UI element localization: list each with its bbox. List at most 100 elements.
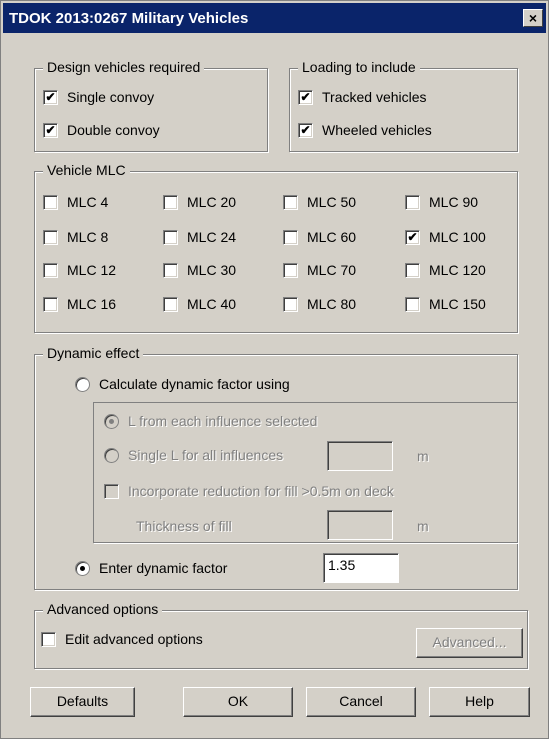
mlc-check-box[interactable]: ✔ (405, 229, 420, 245)
double-convoy-check-box[interactable]: ✔ (43, 122, 58, 138)
mlc-check-box[interactable] (163, 229, 178, 245)
close-button[interactable]: × (523, 9, 543, 27)
edit-advanced-checkbox[interactable]: Edit advanced options (41, 631, 203, 647)
single-l-radio-button[interactable] (104, 447, 119, 463)
calculate-options-frame: L from each influence selected Single L … (93, 402, 518, 543)
single-l-input[interactable] (327, 441, 393, 471)
l-each-influence-label: L from each influence selected (128, 413, 318, 429)
double-convoy-label: Double convoy (67, 122, 160, 138)
mlc-checkbox-mlc-4[interactable]: MLC 4 (43, 194, 108, 210)
mlc-checkbox-mlc-8[interactable]: MLC 8 (43, 229, 108, 245)
tracked-vehicles-label: Tracked vehicles (322, 89, 427, 105)
wheeled-vehicles-check-box[interactable]: ✔ (298, 122, 313, 138)
mlc-check-box[interactable] (283, 229, 298, 245)
l-each-influence-radio-button[interactable] (104, 413, 119, 429)
single-convoy-label: Single convoy (67, 89, 155, 105)
radio-dot-icon (109, 418, 114, 424)
mlc-label: MLC 30 (187, 262, 237, 278)
mlc-label: MLC 20 (187, 194, 237, 210)
thickness-of-fill-input[interactable] (327, 510, 393, 540)
edit-advanced-label: Edit advanced options (65, 631, 203, 647)
mlc-label: MLC 100 (429, 229, 486, 245)
dynamic-factor-input[interactable]: 1.35 (323, 553, 399, 583)
enter-factor-radio[interactable]: Enter dynamic factor (75, 560, 227, 576)
mlc-check-box[interactable] (405, 262, 420, 278)
advanced-options-title: Advanced options (43, 601, 163, 617)
mlc-check-box[interactable] (283, 262, 298, 278)
cancel-button[interactable]: Cancel (306, 687, 416, 717)
mlc-label: MLC 12 (67, 262, 117, 278)
mlc-check-box[interactable] (163, 194, 178, 210)
mlc-label: MLC 60 (307, 229, 357, 245)
double-convoy-checkbox[interactable]: ✔ Double convoy (43, 122, 160, 138)
mlc-checkbox-mlc-90[interactable]: MLC 90 (405, 194, 478, 210)
loading-group: Loading to include ✔ Tracked vehicles ✔ … (289, 59, 518, 152)
mlc-check-box[interactable] (163, 262, 178, 278)
design-vehicles-title: Design vehicles required (43, 59, 205, 75)
dynamic-effect-group: Dynamic effect Calculate dynamic factor … (34, 345, 518, 590)
mlc-checkbox-mlc-100[interactable]: ✔ MLC 100 (405, 229, 486, 245)
single-l-label: Single L for all influences (128, 447, 284, 463)
mlc-label: MLC 16 (67, 296, 117, 312)
mlc-checkbox-mlc-16[interactable]: MLC 16 (43, 296, 116, 312)
calculate-factor-radio[interactable]: Calculate dynamic factor using (75, 376, 290, 392)
fill-reduction-checkbox[interactable]: Incorporate reduction for fill >0.5m on … (104, 483, 394, 499)
mlc-label: MLC 40 (187, 296, 237, 312)
window-title: TDOK 2013:0267 Military Vehicles (9, 10, 249, 27)
thickness-of-fill-label: Thickness of fill (136, 518, 232, 534)
dynamic-effect-title: Dynamic effect (43, 345, 144, 361)
mlc-label: MLC 120 (429, 262, 486, 278)
mlc-check-box[interactable] (405, 296, 420, 312)
mlc-checkbox-mlc-60[interactable]: MLC 60 (283, 229, 356, 245)
mlc-label: MLC 50 (307, 194, 357, 210)
radio-dot-icon (80, 565, 85, 571)
mlc-check-box[interactable] (405, 194, 420, 210)
tracked-vehicles-check-box[interactable]: ✔ (298, 89, 313, 105)
mlc-label: MLC 4 (67, 194, 109, 210)
edit-advanced-check-box[interactable] (41, 631, 56, 647)
mlc-checkbox-mlc-12[interactable]: MLC 12 (43, 262, 116, 278)
mlc-checkbox-mlc-150[interactable]: MLC 150 (405, 296, 486, 312)
mlc-checkbox-mlc-30[interactable]: MLC 30 (163, 262, 236, 278)
dialog-window: TDOK 2013:0267 Military Vehicles × Desig… (0, 0, 549, 739)
ok-button[interactable]: OK (183, 687, 293, 717)
mlc-check-box[interactable] (43, 194, 58, 210)
mlc-check-box[interactable] (283, 296, 298, 312)
single-convoy-checkbox[interactable]: ✔ Single convoy (43, 89, 154, 105)
mlc-checkbox-mlc-40[interactable]: MLC 40 (163, 296, 236, 312)
mlc-check-box[interactable] (283, 194, 298, 210)
mlc-label: MLC 24 (187, 229, 237, 245)
mlc-checkbox-mlc-20[interactable]: MLC 20 (163, 194, 236, 210)
wheeled-vehicles-checkbox[interactable]: ✔ Wheeled vehicles (298, 122, 432, 138)
mlc-checkbox-mlc-24[interactable]: MLC 24 (163, 229, 236, 245)
mlc-checkbox-mlc-80[interactable]: MLC 80 (283, 296, 356, 312)
mlc-label: MLC 90 (429, 194, 479, 210)
title-bar[interactable]: TDOK 2013:0267 Military Vehicles × (3, 3, 546, 33)
mlc-check-box[interactable] (43, 296, 58, 312)
calculate-factor-label: Calculate dynamic factor using (99, 376, 290, 392)
l-each-influence-radio[interactable]: L from each influence selected (104, 413, 317, 429)
advanced-button[interactable]: Advanced... (416, 628, 523, 658)
calculate-factor-radio-button[interactable] (75, 376, 90, 392)
mlc-check-box[interactable] (163, 296, 178, 312)
vehicle-mlc-title: Vehicle MLC (43, 162, 130, 178)
mlc-check-box[interactable] (43, 262, 58, 278)
mlc-checkbox-mlc-50[interactable]: MLC 50 (283, 194, 356, 210)
enter-factor-label: Enter dynamic factor (99, 560, 228, 576)
single-l-radio[interactable]: Single L for all influences (104, 447, 283, 463)
design-vehicles-group: Design vehicles required ✔ Single convoy… (34, 59, 268, 152)
help-button[interactable]: Help (429, 687, 530, 717)
tracked-vehicles-checkbox[interactable]: ✔ Tracked vehicles (298, 89, 427, 105)
mlc-label: MLC 8 (67, 229, 109, 245)
mlc-check-box[interactable] (43, 229, 58, 245)
single-convoy-check-box[interactable]: ✔ (43, 89, 58, 105)
mlc-label: MLC 80 (307, 296, 357, 312)
mlc-label: MLC 150 (429, 296, 486, 312)
mlc-checkbox-mlc-120[interactable]: MLC 120 (405, 262, 486, 278)
mlc-checkbox-mlc-70[interactable]: MLC 70 (283, 262, 356, 278)
fill-reduction-check-box[interactable] (104, 483, 119, 499)
defaults-button[interactable]: Defaults (30, 687, 135, 717)
single-l-unit: m (417, 448, 429, 464)
loading-title: Loading to include (298, 59, 420, 75)
enter-factor-radio-button[interactable] (75, 560, 90, 576)
